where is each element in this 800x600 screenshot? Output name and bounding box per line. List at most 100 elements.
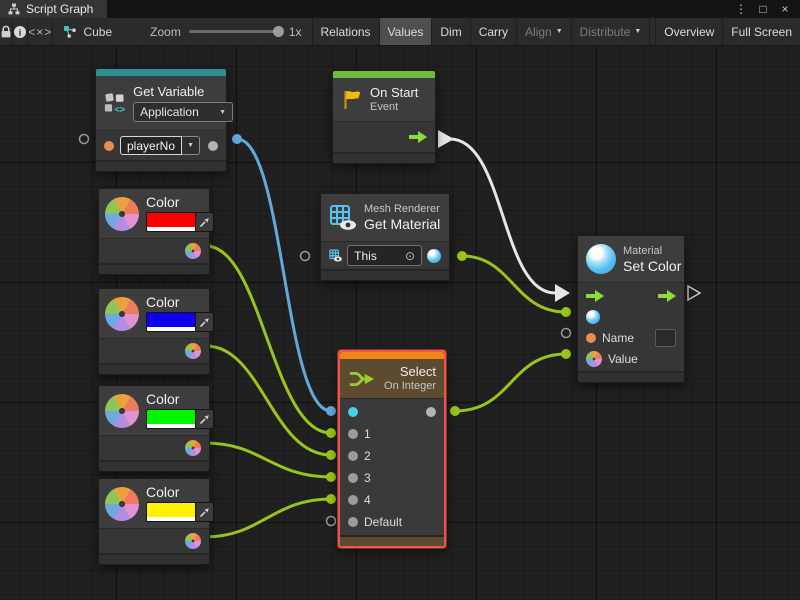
- chevron-down-icon: ▼: [556, 28, 563, 35]
- color-wheel-icon: [105, 394, 139, 428]
- port-option-default[interactable]: [348, 517, 358, 527]
- color-swatch[interactable]: [146, 212, 214, 232]
- setcolor-value-row: Value: [578, 348, 684, 369]
- zoom-label: Zoom: [150, 25, 181, 39]
- node-get-variable[interactable]: <> Get Variable Application ▼ playerNo ▼: [95, 68, 227, 172]
- node-color-yellow[interactable]: Color: [98, 478, 210, 565]
- node-title: Color: [146, 295, 203, 310]
- zoom-slider-handle[interactable]: [273, 26, 284, 37]
- eyedropper-icon[interactable]: [195, 410, 213, 428]
- variable-picker-arrow[interactable]: ▼: [182, 136, 200, 155]
- select-option-row: Default: [340, 511, 444, 533]
- toolbar-button-values[interactable]: Values: [380, 18, 433, 45]
- eyedropper-icon[interactable]: [195, 313, 213, 331]
- swatch-color: [147, 313, 195, 331]
- port-flow-input[interactable]: [586, 290, 604, 302]
- color-swatch[interactable]: [146, 409, 214, 429]
- node-get-material[interactable]: Mesh Renderer Get Material This ⊙: [320, 193, 450, 281]
- toolbar-button-distribute[interactable]: Distribute ▼: [572, 18, 651, 45]
- port-value-input[interactable]: [586, 351, 602, 367]
- window-menu-icon[interactable]: ⋮: [732, 0, 750, 18]
- breadcrumb[interactable]: Cube: [53, 18, 122, 45]
- node-subtitle: On Integer: [384, 380, 436, 393]
- port-option-2[interactable]: [348, 451, 358, 461]
- toolbar-button-carry[interactable]: Carry: [471, 18, 517, 45]
- port-color-output[interactable]: [185, 533, 201, 549]
- port-selection-output[interactable]: [426, 407, 436, 417]
- eyedropper-icon[interactable]: [195, 503, 213, 521]
- color-wheel-icon: [105, 487, 139, 521]
- port-color-output[interactable]: [185, 440, 201, 456]
- color-wheel-icon: [105, 197, 139, 231]
- node-footer: [321, 269, 449, 280]
- toolbar-button-dim[interactable]: Dim: [432, 18, 470, 45]
- window-maximize-icon[interactable]: □: [754, 0, 772, 18]
- toolbar-button-relations[interactable]: Relations: [313, 18, 380, 45]
- target-self-field[interactable]: This ⊙: [347, 245, 422, 266]
- port-selector-input[interactable]: [348, 407, 358, 417]
- variable-name-field[interactable]: playerNo ▼: [120, 136, 200, 155]
- color-swatch[interactable]: [146, 312, 214, 332]
- node-color-red[interactable]: Color: [98, 188, 210, 275]
- node-set-color[interactable]: Material Set Color Name: [577, 235, 685, 383]
- node-color-blue[interactable]: Color: [98, 288, 210, 375]
- inspect-button[interactable]: i: [13, 18, 28, 45]
- toolbar-button-fullscreen[interactable]: Full Screen: [723, 18, 800, 45]
- port-color-output[interactable]: [185, 343, 201, 359]
- node-on-start[interactable]: On Start Event: [332, 70, 436, 164]
- port-option-4[interactable]: [348, 495, 358, 505]
- graph-hierarchy-icon: [8, 3, 20, 15]
- port-flow-output[interactable]: [658, 290, 676, 302]
- port-name-input[interactable]: [586, 333, 596, 343]
- toolbar-button-align[interactable]: Align ▼: [517, 18, 572, 45]
- swatch-color: [147, 213, 195, 231]
- node-color-green[interactable]: Color: [98, 385, 210, 472]
- zoom-value: 1x: [289, 25, 302, 39]
- port-option-1[interactable]: [348, 429, 358, 439]
- node-title: On Start: [370, 85, 418, 100]
- color-wheel-icon: [105, 297, 139, 331]
- node-footer: [99, 553, 209, 564]
- node-select[interactable]: Select On Integer 1 2 3 4: [338, 350, 446, 548]
- material-icon: [586, 244, 616, 274]
- tab-script-graph[interactable]: Script Graph: [0, 0, 107, 18]
- select-option-row: 4: [340, 489, 444, 511]
- variable-color-bar: [96, 69, 226, 76]
- zoom-slider[interactable]: [189, 30, 281, 33]
- variables-icon: <>: [104, 91, 126, 115]
- port-color-output[interactable]: [185, 243, 201, 259]
- setcolor-name-row: Name: [578, 327, 684, 348]
- port-flow-output[interactable]: [409, 131, 427, 143]
- port-value-output[interactable]: [208, 141, 218, 151]
- name-value-field[interactable]: [655, 329, 676, 347]
- setcolor-material-row: [578, 306, 684, 327]
- port-variable-name-input[interactable]: [104, 141, 114, 151]
- node-footer: [333, 152, 435, 163]
- target-icon: ⊙: [405, 250, 415, 262]
- graph-toolbar: i <×> Cube Zoom 1x Relations Values: [0, 18, 800, 46]
- node-footer: [340, 535, 444, 546]
- port-material-input[interactable]: [586, 310, 600, 324]
- window-controls: ⋮ □ ×: [732, 0, 800, 18]
- eyedropper-icon[interactable]: [195, 213, 213, 231]
- lock-button[interactable]: [0, 18, 13, 45]
- variable-scope-dropdown[interactable]: Application ▼: [133, 102, 233, 122]
- zoom-control: Zoom 1x: [140, 18, 311, 45]
- script-graph-window: Script Graph ⋮ □ × i <×>: [0, 0, 800, 600]
- tab-title: Script Graph: [26, 2, 93, 16]
- select-option-row: 3: [340, 467, 444, 489]
- node-subtitle: Event: [370, 101, 418, 114]
- toolbar-button-overview[interactable]: Overview: [655, 18, 723, 45]
- node-title: Set Color: [623, 259, 676, 274]
- port-material-output[interactable]: [427, 249, 441, 263]
- lock-icon: [0, 25, 12, 39]
- chevron-down-icon: ▼: [634, 28, 641, 35]
- port-option-3[interactable]: [348, 473, 358, 483]
- code-toggle-glyph: <×>: [28, 25, 52, 39]
- swatch-color: [147, 410, 195, 428]
- window-close-icon[interactable]: ×: [776, 0, 794, 18]
- node-footer: [99, 263, 209, 274]
- color-swatch[interactable]: [146, 502, 214, 522]
- code-preview-button[interactable]: <×>: [28, 18, 53, 45]
- node-title: Get Material: [364, 217, 440, 232]
